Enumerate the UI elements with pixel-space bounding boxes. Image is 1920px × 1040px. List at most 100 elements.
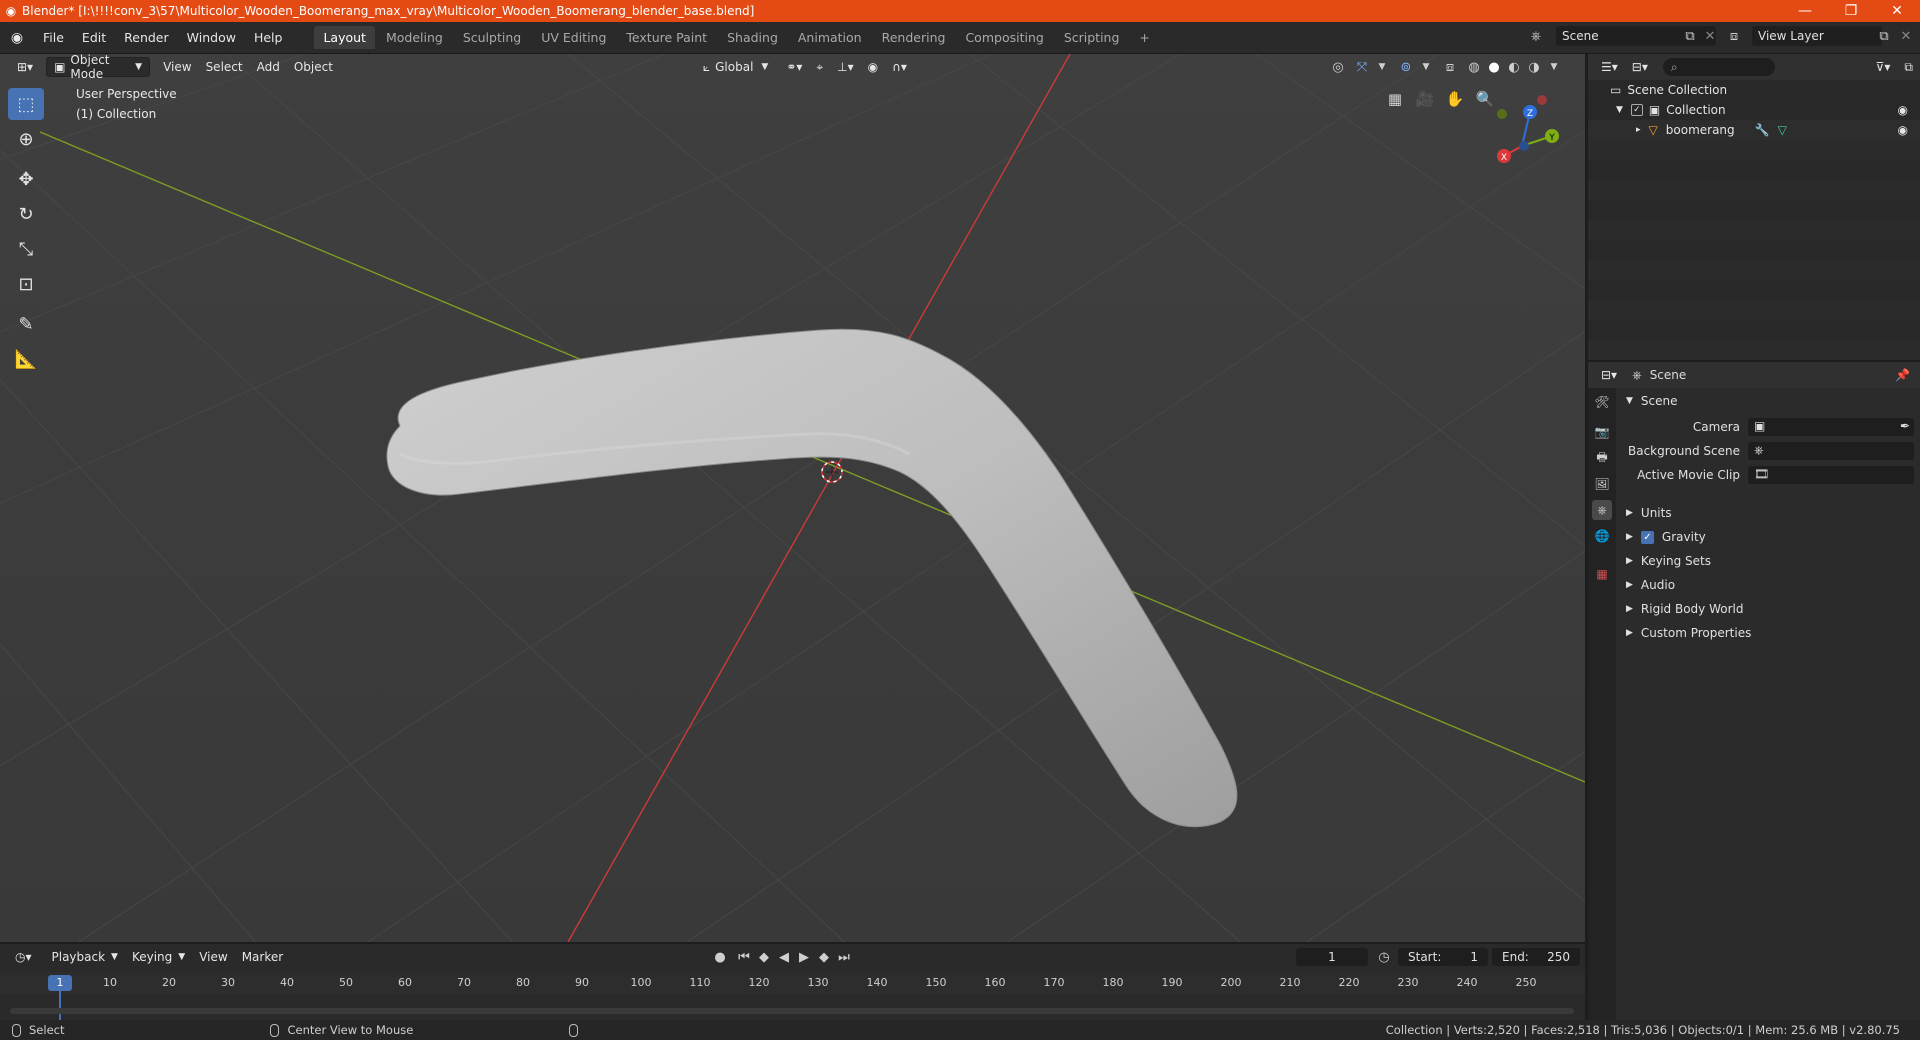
display-mode-icon[interactable]: ⊟▾ — [1625, 57, 1655, 77]
view-layer-tab-icon[interactable]: 🖼 — [1592, 474, 1612, 494]
expand-arrow-icon[interactable]: ▼ — [1616, 105, 1623, 115]
menu-render[interactable]: Render — [115, 30, 178, 45]
jump-end-icon[interactable]: ⏭ — [834, 947, 854, 967]
units-panel[interactable]: ▶ Units — [1616, 502, 1920, 524]
next-keyframe-icon[interactable]: ◆ — [814, 947, 834, 967]
cursor-tool-icon[interactable]: ⊕ — [8, 123, 44, 155]
mode-selector[interactable]: ▣ Object Mode ▼ — [46, 54, 151, 81]
menu-add[interactable]: Add — [250, 57, 287, 77]
minimize-button[interactable]: — — [1782, 3, 1828, 19]
audio-panel[interactable]: ▶ Audio — [1616, 574, 1920, 596]
custom-properties-panel[interactable]: ▶ Custom Properties — [1616, 622, 1920, 644]
measure-tool-icon[interactable]: 📐 — [8, 343, 44, 375]
editor-type-icon[interactable]: ⊞▾ — [10, 57, 40, 77]
timeline-scrollbar[interactable] — [10, 1008, 1574, 1014]
camera-view-icon[interactable]: 🎥 — [1412, 86, 1438, 112]
view-layer-icon[interactable]: ⧈ — [1724, 26, 1744, 46]
transform-tool-icon[interactable]: ⊡ — [8, 268, 44, 300]
snap-icon[interactable]: ⌖ — [809, 57, 830, 77]
rigid-body-world-panel[interactable]: ▶ Rigid Body World — [1616, 598, 1920, 620]
rotate-tool-icon[interactable]: ↻ — [8, 198, 44, 230]
eyedropper-icon[interactable]: ✒ — [1900, 419, 1910, 433]
eye-icon[interactable]: ◉ — [1898, 103, 1908, 117]
mesh-data-icon[interactable]: ▽ — [1778, 123, 1787, 137]
menu-edit[interactable]: Edit — [73, 30, 115, 45]
render-tab-icon[interactable]: 📷 — [1592, 422, 1612, 442]
expand-arrow-icon[interactable]: ▸ — [1636, 125, 1641, 135]
tab-compositing[interactable]: Compositing — [956, 26, 1052, 49]
delete-scene-icon[interactable]: ✕ — [1700, 26, 1720, 46]
jump-start-icon[interactable]: ⏮ — [734, 947, 754, 967]
editor-type-icon[interactable]: ⊟▾ — [1594, 365, 1624, 385]
tab-uv-editing[interactable]: UV Editing — [532, 26, 615, 49]
texture-tab-icon[interactable]: ▦ — [1592, 564, 1612, 584]
scene-selector-icon[interactable]: ⎈ — [1526, 26, 1546, 46]
tab-texture-paint[interactable]: Texture Paint — [617, 26, 716, 49]
playhead[interactable]: 1 — [48, 975, 72, 991]
gravity-checkbox[interactable]: ✓ — [1640, 530, 1654, 544]
outliner-search-input[interactable]: ⌕ — [1662, 58, 1775, 76]
view-layer-selector[interactable]: View Layer — [1752, 26, 1882, 46]
editor-type-icon[interactable]: ◷▾ — [8, 947, 39, 967]
new-scene-icon[interactable]: ⧉ — [1680, 26, 1700, 46]
outliner-row-scene-collection[interactable]: ▭ Scene Collection — [1588, 80, 1920, 100]
record-icon[interactable]: ● — [710, 947, 730, 967]
filter-icon[interactable]: ⊽▾ — [1869, 57, 1898, 77]
frame-ruler[interactable]: 1 10 20 30 40 50 60 70 80 90 100 110 120 130 140 150 16… — [0, 972, 1585, 994]
prev-keyframe-icon[interactable]: ◆ — [754, 947, 774, 967]
menu-file[interactable]: File — [34, 30, 73, 45]
play-reverse-icon[interactable]: ◀ — [774, 947, 794, 967]
menu-object[interactable]: Object — [287, 57, 340, 77]
3d-viewport[interactable]: Z Y X ⊞▾ ▣ Object Mode ▼ View Select Add… — [0, 54, 1585, 942]
tab-layout[interactable]: Layout — [314, 26, 375, 49]
transform-orientation-selector[interactable]: ⟀ Global ▼ — [696, 57, 775, 77]
background-scene-field[interactable]: ⎈ — [1748, 442, 1914, 460]
menu-keying[interactable]: Keying ▼ — [125, 947, 192, 967]
delete-view-layer-icon[interactable]: ✕ — [1896, 26, 1916, 46]
pivot-point-icon[interactable]: ⚭▾ — [779, 57, 809, 77]
menu-view[interactable]: View — [156, 57, 198, 77]
editor-type-icon[interactable]: ☰▾ — [1594, 57, 1625, 77]
move-tool-icon[interactable]: ✥ — [8, 163, 44, 195]
annotate-tool-icon[interactable]: ✎ — [8, 308, 44, 340]
pan-view-icon[interactable]: ✋ — [1442, 86, 1468, 112]
current-frame-field[interactable]: 1 — [1296, 948, 1368, 966]
tab-sculpting[interactable]: Sculpting — [454, 26, 530, 49]
preview-range-icon[interactable]: ◷ — [1374, 947, 1394, 967]
start-frame-field[interactable]: Start: 1 — [1398, 948, 1488, 966]
proportional-edit-icon[interactable]: ◉ — [861, 57, 885, 77]
tab-animation[interactable]: Animation — [789, 26, 871, 49]
menu-playback[interactable]: Playback ▼ — [45, 947, 125, 967]
play-icon[interactable]: ▶ — [794, 947, 814, 967]
new-collection-icon[interactable]: ⧉ — [1897, 57, 1920, 77]
close-button[interactable]: ✕ — [1874, 3, 1920, 19]
snap-target-icon[interactable]: ⊥▾ — [830, 57, 860, 77]
camera-field[interactable]: ▣ ✒ — [1748, 418, 1914, 436]
menu-help[interactable]: Help — [245, 30, 292, 45]
toggle-grid-view-icon[interactable]: ▦ — [1382, 86, 1408, 112]
outliner-row-collection[interactable]: ▼ ✓ ▣ Collection ◉ — [1588, 100, 1920, 120]
modifier-icon[interactable]: 🔧 — [1755, 123, 1770, 137]
new-view-layer-icon[interactable]: ⧉ — [1874, 26, 1894, 46]
tool-tab-icon[interactable]: 🛠 — [1592, 392, 1612, 412]
collection-checkbox[interactable]: ✓ — [1630, 104, 1643, 116]
falloff-icon[interactable]: ∩▾ — [885, 57, 914, 77]
menu-select[interactable]: Select — [199, 57, 250, 77]
tab-modeling[interactable]: Modeling — [377, 26, 452, 49]
add-workspace-button[interactable]: + — [1130, 26, 1158, 49]
restore-button[interactable]: ❐ — [1828, 3, 1874, 19]
active-movie-clip-field[interactable]: 🎞 — [1748, 466, 1914, 484]
gravity-panel[interactable]: ▶ ✓ Gravity — [1616, 526, 1920, 548]
eye-icon[interactable]: ◉ — [1898, 123, 1908, 137]
end-frame-field[interactable]: End: 250 — [1492, 948, 1580, 966]
zoom-view-icon[interactable]: 🔍 — [1472, 86, 1498, 112]
world-tab-icon[interactable]: 🌐 — [1592, 526, 1612, 546]
scale-tool-icon[interactable]: ⤡ — [8, 233, 44, 265]
menu-marker[interactable]: Marker — [235, 947, 290, 967]
tab-rendering[interactable]: Rendering — [873, 26, 955, 49]
menu-view[interactable]: View — [192, 947, 234, 967]
blender-menu-icon[interactable]: ◉ — [0, 30, 34, 46]
menu-window[interactable]: Window — [178, 30, 245, 45]
scene-panel-header[interactable]: ▼ Scene — [1616, 390, 1920, 412]
scene-tab-icon[interactable]: ⎈ — [1592, 500, 1612, 520]
